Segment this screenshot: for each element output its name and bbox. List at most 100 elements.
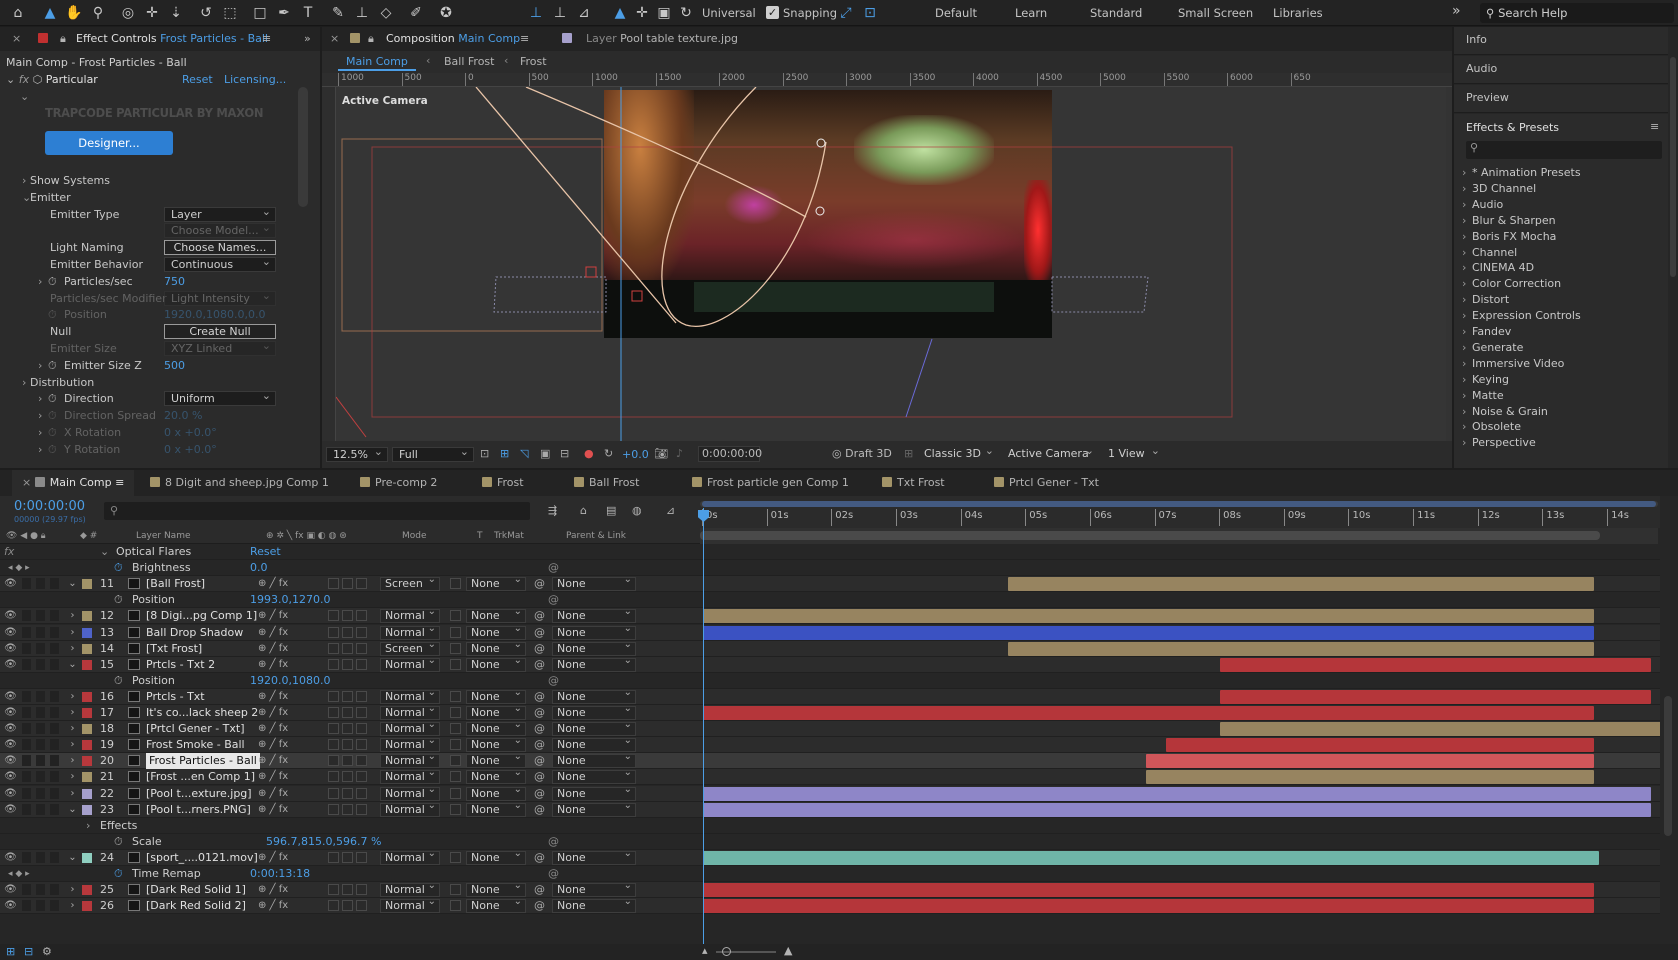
label-color-swatch[interactable] bbox=[82, 885, 92, 896]
view-layout-dropdown[interactable]: 1 View bbox=[1102, 444, 1164, 462]
layer-toggle-box[interactable] bbox=[50, 578, 59, 590]
layer-name-header[interactable]: Layer Name bbox=[136, 528, 191, 544]
property-row[interactable]: fx ⌄ Optical Flares Reset bbox=[0, 544, 1678, 560]
preserve-transparency-box[interactable] bbox=[450, 771, 461, 783]
stopwatch-icon[interactable]: ⏱ bbox=[114, 592, 123, 608]
layer-switch-box[interactable] bbox=[342, 578, 353, 590]
effect-prop-row[interactable]: › ⏱ X Rotation 0 x +0.0° bbox=[0, 424, 300, 441]
layer-switch-box[interactable] bbox=[342, 642, 353, 654]
workspace-small-screen[interactable]: Small Screen bbox=[1178, 6, 1253, 20]
stopwatch-icon[interactable]: ⏱ bbox=[48, 424, 57, 441]
mask-visibility-icon[interactable]: ◹ bbox=[520, 447, 528, 460]
layer-switch-box[interactable] bbox=[342, 658, 353, 670]
expand-arrow-icon[interactable]: › bbox=[66, 770, 79, 783]
layer-name[interactable]: Frost Smoke - Ball bbox=[146, 737, 245, 753]
effect-prop-row[interactable]: Choose Model... bbox=[0, 221, 300, 239]
layer-switch-box[interactable] bbox=[356, 803, 367, 815]
layer-switch-box[interactable] bbox=[328, 884, 339, 896]
visibility-eye-icon[interactable]: 👁︎ bbox=[4, 851, 17, 864]
layer-switch-box[interactable] bbox=[356, 658, 367, 670]
effect-prop-value[interactable]: 500 bbox=[164, 357, 185, 374]
puppet-tool-icon[interactable]: ✪ bbox=[436, 3, 456, 23]
layer-toggle-box[interactable] bbox=[22, 658, 31, 670]
visibility-eye-icon[interactable]: 👁︎ bbox=[4, 722, 17, 735]
track-matte-dropdown[interactable]: None bbox=[466, 606, 526, 624]
fit-icon[interactable]: ⊡ bbox=[480, 447, 489, 460]
effects-category-item[interactable]: › Expression Controls bbox=[1454, 307, 1664, 324]
layer-toggle-box[interactable] bbox=[22, 642, 31, 654]
layer-toggle-box[interactable] bbox=[22, 578, 31, 590]
zoom-in-icon[interactable]: ▲ bbox=[784, 944, 792, 957]
expand-arrow-icon[interactable]: › bbox=[66, 899, 79, 912]
grid-guides-icon[interactable]: ⊟ bbox=[560, 447, 569, 460]
expression-pickwhip-icon[interactable]: @ bbox=[548, 560, 559, 576]
layer-duration-bar[interactable] bbox=[703, 802, 1652, 817]
resolution-dropdown[interactable]: Full bbox=[392, 445, 474, 462]
view-axis-icon[interactable]: ⊿ bbox=[574, 3, 594, 23]
preserve-transparency-box[interactable] bbox=[450, 626, 461, 638]
layer-switches[interactable]: ⊕ ╱ fx bbox=[258, 737, 288, 753]
effects-category-item[interactable]: › Keying bbox=[1454, 371, 1664, 388]
layer-duration-bar[interactable] bbox=[703, 850, 1599, 865]
layer-switch-box[interactable] bbox=[342, 690, 353, 702]
effect-prop-dropdown[interactable]: Light Intensity bbox=[164, 289, 276, 306]
effects-category-item[interactable]: › Fandev bbox=[1454, 323, 1664, 340]
preserve-transparency-box[interactable] bbox=[450, 658, 461, 670]
expand-arrow-icon[interactable]: › bbox=[1462, 180, 1466, 197]
preserve-transparency-box[interactable] bbox=[450, 723, 461, 735]
layer-name[interactable]: [Pool t...rners.PNG] bbox=[146, 802, 251, 818]
visibility-eye-icon[interactable]: 👁︎ bbox=[4, 883, 17, 896]
extended-viewer-icon[interactable]: ⊞ bbox=[904, 447, 913, 460]
layer-toggle-box[interactable] bbox=[22, 900, 31, 912]
parent-dropdown[interactable]: None bbox=[552, 703, 636, 720]
layer-toggle-box[interactable] bbox=[50, 642, 59, 654]
label-color-swatch[interactable] bbox=[82, 804, 92, 815]
label-color-swatch[interactable] bbox=[82, 708, 92, 718]
eraser-tool-icon[interactable]: ◇ bbox=[376, 3, 396, 23]
layer-toggle-box[interactable] bbox=[22, 787, 31, 799]
right-panel-scrollbar[interactable] bbox=[1670, 57, 1676, 277]
reset-link[interactable]: Reset bbox=[250, 544, 281, 560]
expression-pickwhip-icon[interactable]: @ bbox=[548, 673, 559, 689]
visibility-eye-icon[interactable]: 👁︎ bbox=[4, 899, 17, 912]
close-tab-icon[interactable]: × bbox=[22, 476, 35, 489]
layer-toggle-box[interactable] bbox=[36, 884, 45, 896]
layer-switch-box[interactable] bbox=[356, 642, 367, 654]
layer-switches[interactable]: ⊕ ╱ fx bbox=[258, 753, 288, 769]
layer-switch-box[interactable] bbox=[356, 755, 367, 767]
workspace-learn[interactable]: Learn bbox=[1015, 6, 1047, 20]
layer-toggle-box[interactable] bbox=[36, 803, 45, 815]
layer-toggle-box[interactable] bbox=[22, 771, 31, 783]
parent-pickwhip-icon[interactable]: @ bbox=[534, 769, 545, 785]
effects-category-item[interactable]: › 3D Channel bbox=[1454, 180, 1664, 197]
layer-switch-box[interactable] bbox=[356, 851, 367, 863]
expand-arrow-icon[interactable]: › bbox=[1462, 355, 1466, 372]
timeline-comp-tab[interactable]: Txt Frost bbox=[882, 470, 945, 496]
layer-toggle-box[interactable] bbox=[50, 739, 59, 751]
expand-arrow-icon[interactable]: › bbox=[1462, 307, 1466, 324]
pen-tool-icon[interactable]: ✒ bbox=[274, 3, 294, 23]
label-color-swatch[interactable] bbox=[82, 901, 92, 912]
layer-toggle-box[interactable] bbox=[22, 610, 31, 622]
preserve-transparency-box[interactable] bbox=[450, 803, 461, 815]
timeline-comp-tab[interactable]: Frost particle gen Comp 1 bbox=[692, 470, 849, 496]
effect-prop-row[interactable]: Particles/sec Modifier Light Intensity bbox=[0, 289, 300, 307]
toggle-modes-icon[interactable]: ⊟ bbox=[24, 945, 33, 958]
label-color-swatch[interactable] bbox=[82, 772, 92, 783]
table-row[interactable]: 👁︎ › 20 Frost Particles - Ball⊕ ╱ fx Normal N… bbox=[0, 751, 1678, 770]
parent-dropdown[interactable]: None bbox=[552, 639, 636, 656]
stopwatch-icon[interactable]: ⏱ bbox=[48, 390, 57, 407]
stopwatch-icon[interactable]: ⏱ bbox=[48, 273, 57, 290]
stopwatch-icon[interactable]: ⏱ bbox=[114, 866, 123, 882]
transparency-grid-icon[interactable]: ⊞ bbox=[500, 447, 509, 460]
preserve-transparency-box[interactable] bbox=[450, 787, 461, 799]
timeline-scrollbar[interactable] bbox=[1664, 696, 1672, 836]
track-matte-dropdown[interactable]: None bbox=[466, 848, 526, 865]
universal-rotate-icon[interactable]: ↻ bbox=[676, 3, 696, 23]
show-snapshot-icon[interactable]: ♪ bbox=[676, 447, 683, 460]
reset-link[interactable]: Reset bbox=[182, 71, 213, 88]
visibility-eye-icon[interactable]: 👁︎ bbox=[4, 658, 17, 671]
track-matte-dropdown[interactable]: None bbox=[466, 687, 526, 704]
layer-switches[interactable]: ⊕ ╱ fx bbox=[258, 641, 288, 657]
brush-tool-icon[interactable]: ✎ bbox=[328, 3, 348, 23]
